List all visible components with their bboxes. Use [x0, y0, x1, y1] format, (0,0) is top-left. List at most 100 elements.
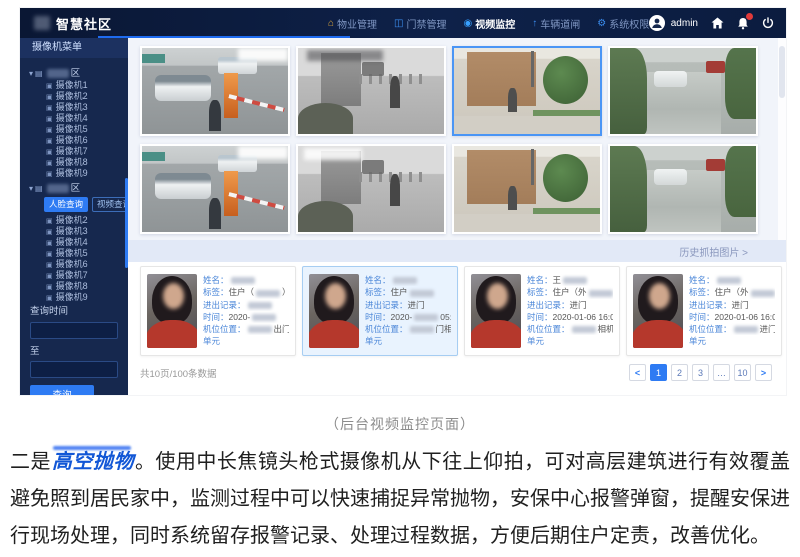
scene-awning	[142, 54, 165, 63]
video-tile[interactable]	[608, 144, 758, 234]
face-card[interactable]: 姓名：标签：住户进出记录：进门时间：2020-05:23机位位置：门相机单元	[302, 266, 458, 356]
query-time-end-input[interactable]	[30, 361, 118, 378]
card-field: 时间：2020-	[203, 311, 289, 323]
sidebar: 摄像机菜单 ▾▤区▣摄像机1▣摄像机2▣摄像机3▣摄像机4▣摄像机5▣摄像机6▣…	[20, 38, 128, 395]
camera-group-header[interactable]: ▾▤区	[20, 182, 128, 195]
field-label: 单元	[365, 336, 382, 346]
prev-page-button[interactable]: <	[629, 364, 646, 381]
redaction-blur	[410, 326, 434, 333]
caret-down-icon: ▾	[29, 184, 33, 193]
camera-item[interactable]: ▣摄像机1	[20, 80, 128, 91]
field-label: 单元	[689, 336, 706, 346]
field-value: 出门相机	[274, 324, 289, 334]
video-tile[interactable]	[296, 144, 446, 234]
power-icon[interactable]	[762, 17, 774, 29]
camera-item[interactable]: ▣摄像机5	[20, 248, 128, 259]
page-button[interactable]: 2	[671, 364, 688, 381]
main-scrollbar[interactable]	[778, 38, 786, 240]
query-button[interactable]: 查询	[30, 385, 94, 395]
redaction-blur	[717, 277, 741, 284]
nav-item-vehicle[interactable]: ↑车辆道闸	[532, 16, 580, 31]
page-button[interactable]: 10	[734, 364, 751, 381]
query-time-start-input[interactable]	[30, 322, 118, 339]
camera-item[interactable]: ▣摄像机8	[20, 281, 128, 292]
card-field: 进出记录：	[203, 299, 289, 311]
camera-item-label: 摄像机8	[56, 157, 88, 167]
camera-icon: ▣	[46, 94, 53, 101]
camera-item[interactable]: ▣摄像机2	[20, 91, 128, 102]
scene-rcar	[706, 159, 725, 171]
camera-item[interactable]: ▣摄像机2	[20, 215, 128, 226]
camera-item[interactable]: ▣摄像机4	[20, 237, 128, 248]
field-label: 进出记录：	[689, 300, 732, 310]
video-query-button[interactable]: 视频查询	[92, 197, 128, 212]
nav-item-system[interactable]: ⚙系统权限	[597, 16, 649, 31]
home-icon[interactable]	[711, 17, 724, 29]
video-tile[interactable]	[140, 144, 290, 234]
face-card[interactable]: 姓名：标签：住户（）进出记录：时间：2020-机位位置：出门相机单元	[140, 266, 296, 356]
avatar[interactable]	[649, 15, 665, 31]
card-field: 进出记录：进门	[527, 299, 613, 311]
query-mode-buttons: 人脸查询视频查询	[20, 197, 128, 212]
camera-icon: ▣	[46, 218, 53, 225]
camera-group-header[interactable]: ▾▤区	[20, 67, 128, 80]
top-nav: ⌂物业管理 ◫门禁管理 ◉视频监控 ↑车辆道闸 ⚙系统权限	[328, 8, 649, 38]
nav-item-access[interactable]: ◫门禁管理	[394, 16, 446, 31]
field-value: 住户（外	[553, 287, 587, 297]
video-tile[interactable]	[296, 46, 446, 136]
card-field: 标签：住户（外）	[689, 286, 775, 298]
page-button[interactable]: 1	[650, 364, 667, 381]
camera-item[interactable]: ▣摄像机3	[20, 226, 128, 237]
redaction-blur	[231, 277, 255, 284]
photo-face-blur	[163, 283, 184, 309]
camera-item[interactable]: ▣摄像机5	[20, 124, 128, 135]
next-page-button[interactable]: >	[755, 364, 772, 381]
scene-tree1	[543, 56, 588, 104]
camera-item[interactable]: ▣摄像机4	[20, 113, 128, 124]
camera-item[interactable]: ▣摄像机6	[20, 135, 128, 146]
page-ellipsis[interactable]: …	[713, 364, 730, 381]
face-card[interactable]: 姓名：标签：住户（外）进出记录：进门时间：2020-01-06 16:05:23…	[626, 266, 782, 356]
redaction-blur	[410, 290, 434, 297]
video-tile[interactable]	[452, 144, 602, 234]
field-label: 时间：	[365, 312, 391, 322]
history-band: 历史抓拍图片 >	[128, 240, 786, 262]
camera-item[interactable]: ▣摄像机6	[20, 259, 128, 270]
camera-item-label: 摄像机6	[56, 259, 88, 269]
camera-icon: ▣	[46, 273, 53, 280]
video-tile[interactable]	[452, 46, 602, 136]
camera-item[interactable]: ▣摄像机7	[20, 146, 128, 157]
camera-item[interactable]: ▣摄像机8	[20, 157, 128, 168]
field-label: 标签：	[203, 287, 229, 297]
main-panel: 历史抓拍图片 > 姓名：标签：住户（）进出记录：时间：2020-机位位置：出门相…	[128, 38, 786, 395]
figure-caption: （后台视频监控页面）	[0, 414, 800, 434]
camera-item[interactable]: ▣摄像机3	[20, 102, 128, 113]
face-query-button[interactable]: 人脸查询	[44, 197, 88, 212]
photo-face-blur	[487, 283, 508, 309]
history-link[interactable]: 历史抓拍图片 >	[679, 244, 748, 259]
card-field: 姓名：	[689, 274, 775, 286]
bell-icon[interactable]	[737, 17, 749, 30]
field-label: 机位位置：	[203, 324, 246, 334]
brand: 智慧社区	[34, 8, 112, 38]
video-tile[interactable]	[140, 46, 290, 136]
scene-kiosk	[321, 53, 360, 106]
card-fields: 姓名：标签：住户（）进出记录：时间：2020-机位位置：出门相机单元	[203, 274, 289, 348]
camera-item[interactable]: ▣摄像机9	[20, 168, 128, 179]
gear-icon: ⚙	[597, 18, 606, 29]
redaction-blur	[393, 277, 417, 284]
scene-pole	[531, 149, 534, 185]
gate-arrow-icon: ↑	[532, 18, 537, 29]
page-button[interactable]: 3	[692, 364, 709, 381]
scene-folr	[725, 146, 756, 217]
field-label: 标签：	[689, 287, 715, 297]
camera-item[interactable]: ▣摄像机7	[20, 270, 128, 281]
scene-fig2	[362, 160, 384, 175]
scene-bperson	[508, 88, 517, 111]
nav-item-property[interactable]: ⌂物业管理	[328, 16, 377, 31]
redaction-blur	[751, 290, 775, 297]
video-tile[interactable]	[608, 46, 758, 136]
nav-item-label: 视频监控	[475, 16, 515, 31]
nav-item-video[interactable]: ◉视频监控	[464, 16, 516, 31]
face-card[interactable]: 姓名：王标签：住户（外）进出记录：进门时间：2020-01-06 16:05:2…	[464, 266, 620, 356]
